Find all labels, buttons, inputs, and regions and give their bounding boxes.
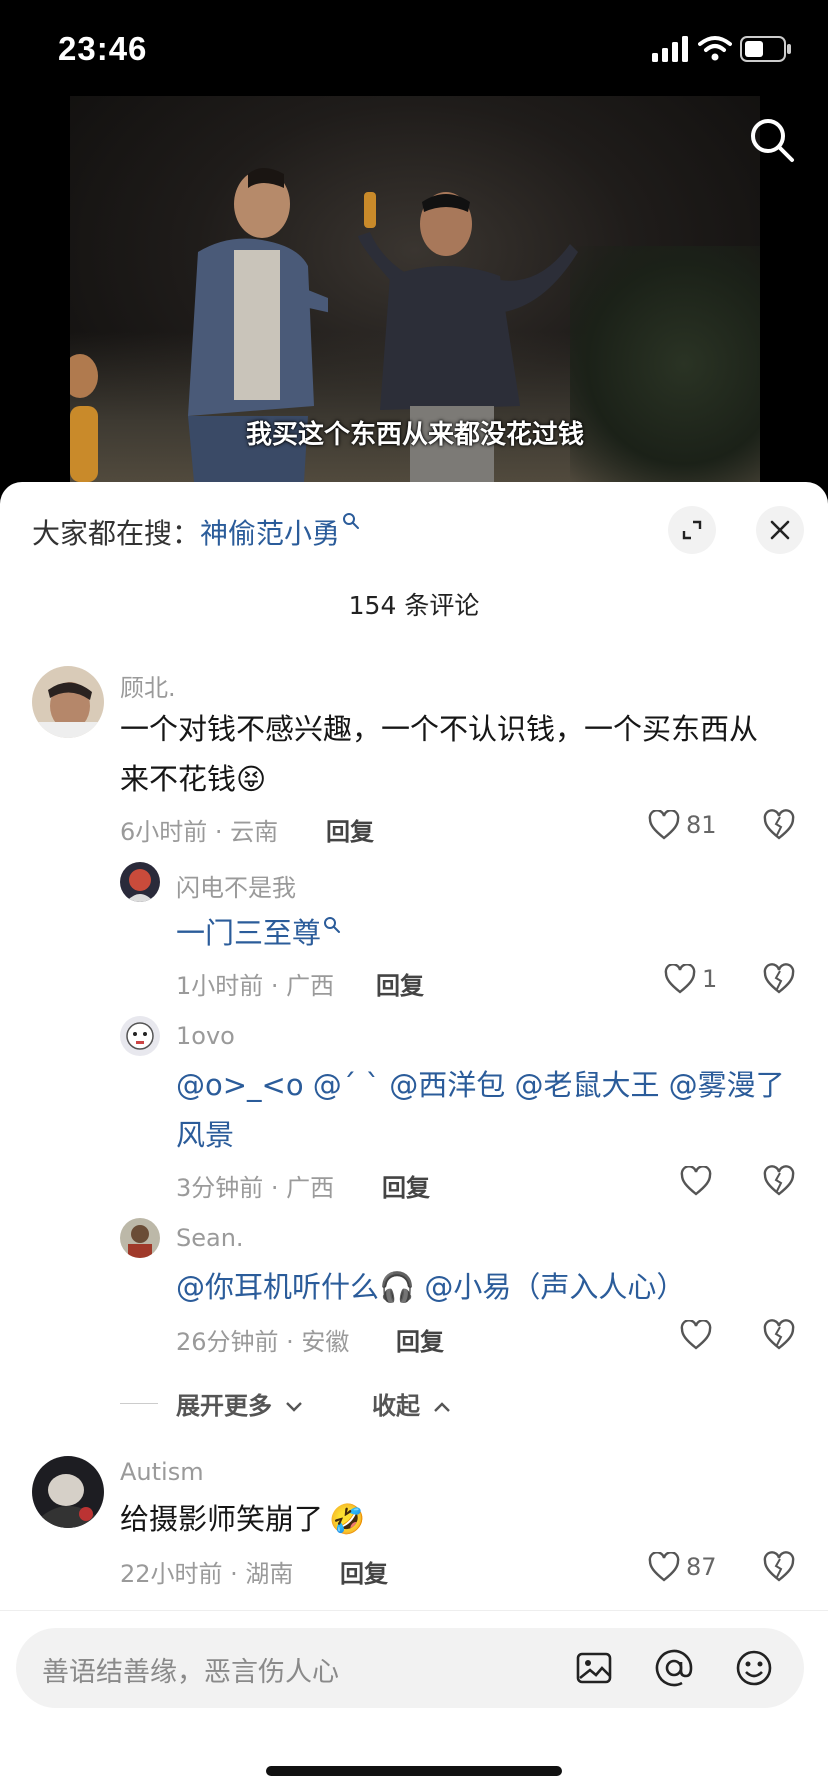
dislike-heart-icon[interactable]: [762, 962, 796, 996]
avatar[interactable]: [32, 1456, 104, 1528]
avatar[interactable]: [120, 1016, 160, 1056]
reply-text-line: @o>_<o @ˊ ˋ @西洋包 @老鼠大王 @雾漫了: [176, 1068, 785, 1102]
dislike-heart-icon[interactable]: [762, 1318, 796, 1352]
emoji: 🤣: [329, 1502, 366, 1536]
hot-search-bar[interactable]: 大家都在搜：神偷范小勇: [32, 512, 360, 552]
dislike-heart-icon[interactable]: [762, 1550, 796, 1584]
divider: [0, 1610, 828, 1611]
comment-text-part: 来不花钱: [120, 762, 237, 796]
comment-username[interactable]: 顾北.: [120, 668, 176, 703]
emoji: 😝: [236, 762, 267, 796]
small-search-icon: [343, 513, 360, 529]
reply-text[interactable]: @你耳机听什么🎧 @小易（声入人心）: [176, 1262, 685, 1312]
like-button[interactable]: 87: [648, 1550, 717, 1584]
heart-icon: [664, 964, 696, 994]
expand-more-label: 展开更多: [176, 1392, 272, 1420]
reply-username[interactable]: 闪电不是我: [176, 868, 296, 903]
close-button[interactable]: [756, 506, 804, 554]
status-bar: 23:46: [0, 0, 828, 96]
like-button[interactable]: [680, 1318, 718, 1352]
thread-controls: 展开更多 收起: [120, 1386, 520, 1422]
chevron-up-icon: [434, 1402, 451, 1412]
like-count: 81: [686, 811, 717, 839]
reply-username[interactable]: Sean.: [176, 1224, 244, 1252]
emoji-icon[interactable]: [734, 1648, 774, 1688]
dislike-heart-icon[interactable]: [762, 808, 796, 842]
comment-text-line: 来不花钱😝: [120, 754, 800, 804]
image-icon[interactable]: [574, 1648, 614, 1688]
comment-meta: 6小时前 · 云南: [120, 818, 279, 846]
reply-meta: 1小时前 · 广西: [176, 972, 335, 1000]
like-count: 87: [686, 1553, 717, 1581]
reply-button[interactable]: 回复: [376, 966, 424, 1001]
reply-username[interactable]: 1ovo: [176, 1022, 235, 1050]
video-player[interactable]: 我买这个东西从来都没花过钱: [70, 96, 760, 482]
divider-line: [120, 1403, 158, 1404]
comment-text: 一个对钱不感兴趣，一个不认识钱，一个买东西从 来不花钱😝: [120, 704, 800, 804]
avatar[interactable]: [120, 862, 160, 902]
avatar[interactable]: [32, 666, 104, 738]
collapse-label: 收起: [372, 1392, 420, 1420]
reply-text-part: 一门三至尊: [176, 916, 322, 950]
reply-button[interactable]: 回复: [340, 1554, 388, 1589]
comment-username[interactable]: Autism: [120, 1458, 204, 1486]
expand-more-button[interactable]: 展开更多: [176, 1386, 304, 1421]
like-button[interactable]: [680, 1164, 718, 1198]
chevron-down-icon: [286, 1402, 303, 1412]
avatar[interactable]: [120, 1218, 160, 1258]
video-subtitle: 我买这个东西从来都没花过钱: [245, 420, 584, 450]
reply-button[interactable]: 回复: [382, 1168, 430, 1203]
comment-text-part: 给摄影师笑崩了: [120, 1502, 324, 1536]
comment-text: 给摄影师笑崩了 🤣: [120, 1494, 365, 1544]
comment-meta: 22小时前 · 湖南: [120, 1560, 294, 1588]
dislike-heart-icon[interactable]: [762, 1164, 796, 1198]
like-button[interactable]: 81: [648, 808, 717, 842]
reply-meta: 26分钟前 · 安徽: [176, 1328, 350, 1356]
comment-input[interactable]: 善语结善缘，恶言伤人心: [16, 1628, 804, 1708]
wifi-icon: [698, 36, 732, 61]
like-count: 1: [702, 965, 718, 993]
heart-icon: [648, 810, 680, 840]
reply-text[interactable]: @o>_<o @ˊ ˋ @西洋包 @老鼠大王 @雾漫了 风景: [176, 1060, 806, 1160]
heart-icon: [648, 1552, 680, 1582]
reply-button[interactable]: 回复: [396, 1322, 444, 1357]
battery-icon: [740, 36, 791, 62]
status-time: 23:46: [58, 30, 148, 67]
reply-text[interactable]: 一门三至尊: [176, 908, 341, 958]
search-icon[interactable]: [748, 116, 796, 164]
collapse-button[interactable]: 收起: [372, 1386, 452, 1421]
comments-count: 154 条评论: [348, 591, 480, 620]
like-button[interactable]: 1: [664, 962, 717, 996]
reply-button[interactable]: 回复: [326, 812, 374, 847]
hot-search-keyword[interactable]: 神偷范小勇: [200, 517, 340, 550]
expand-button[interactable]: [668, 506, 716, 554]
at-icon[interactable]: [654, 1648, 694, 1688]
reply-text-line: 风景: [176, 1118, 235, 1152]
expand-icon: [682, 520, 702, 540]
cellular-signal-icon: [652, 36, 688, 62]
hot-search-prefix: 大家都在搜：: [32, 517, 201, 550]
reply-meta: 3分钟前 · 广西: [176, 1174, 335, 1202]
small-search-icon: [324, 917, 341, 933]
comment-text-line: 一个对钱不感兴趣，一个不认识钱，一个买东西从: [120, 712, 759, 746]
comment-input-placeholder: 善语结善缘，恶言伤人心: [42, 1657, 339, 1688]
heart-icon: [680, 1320, 712, 1350]
home-indicator[interactable]: [266, 1766, 562, 1776]
heart-icon: [680, 1166, 712, 1196]
close-icon: [770, 520, 790, 540]
